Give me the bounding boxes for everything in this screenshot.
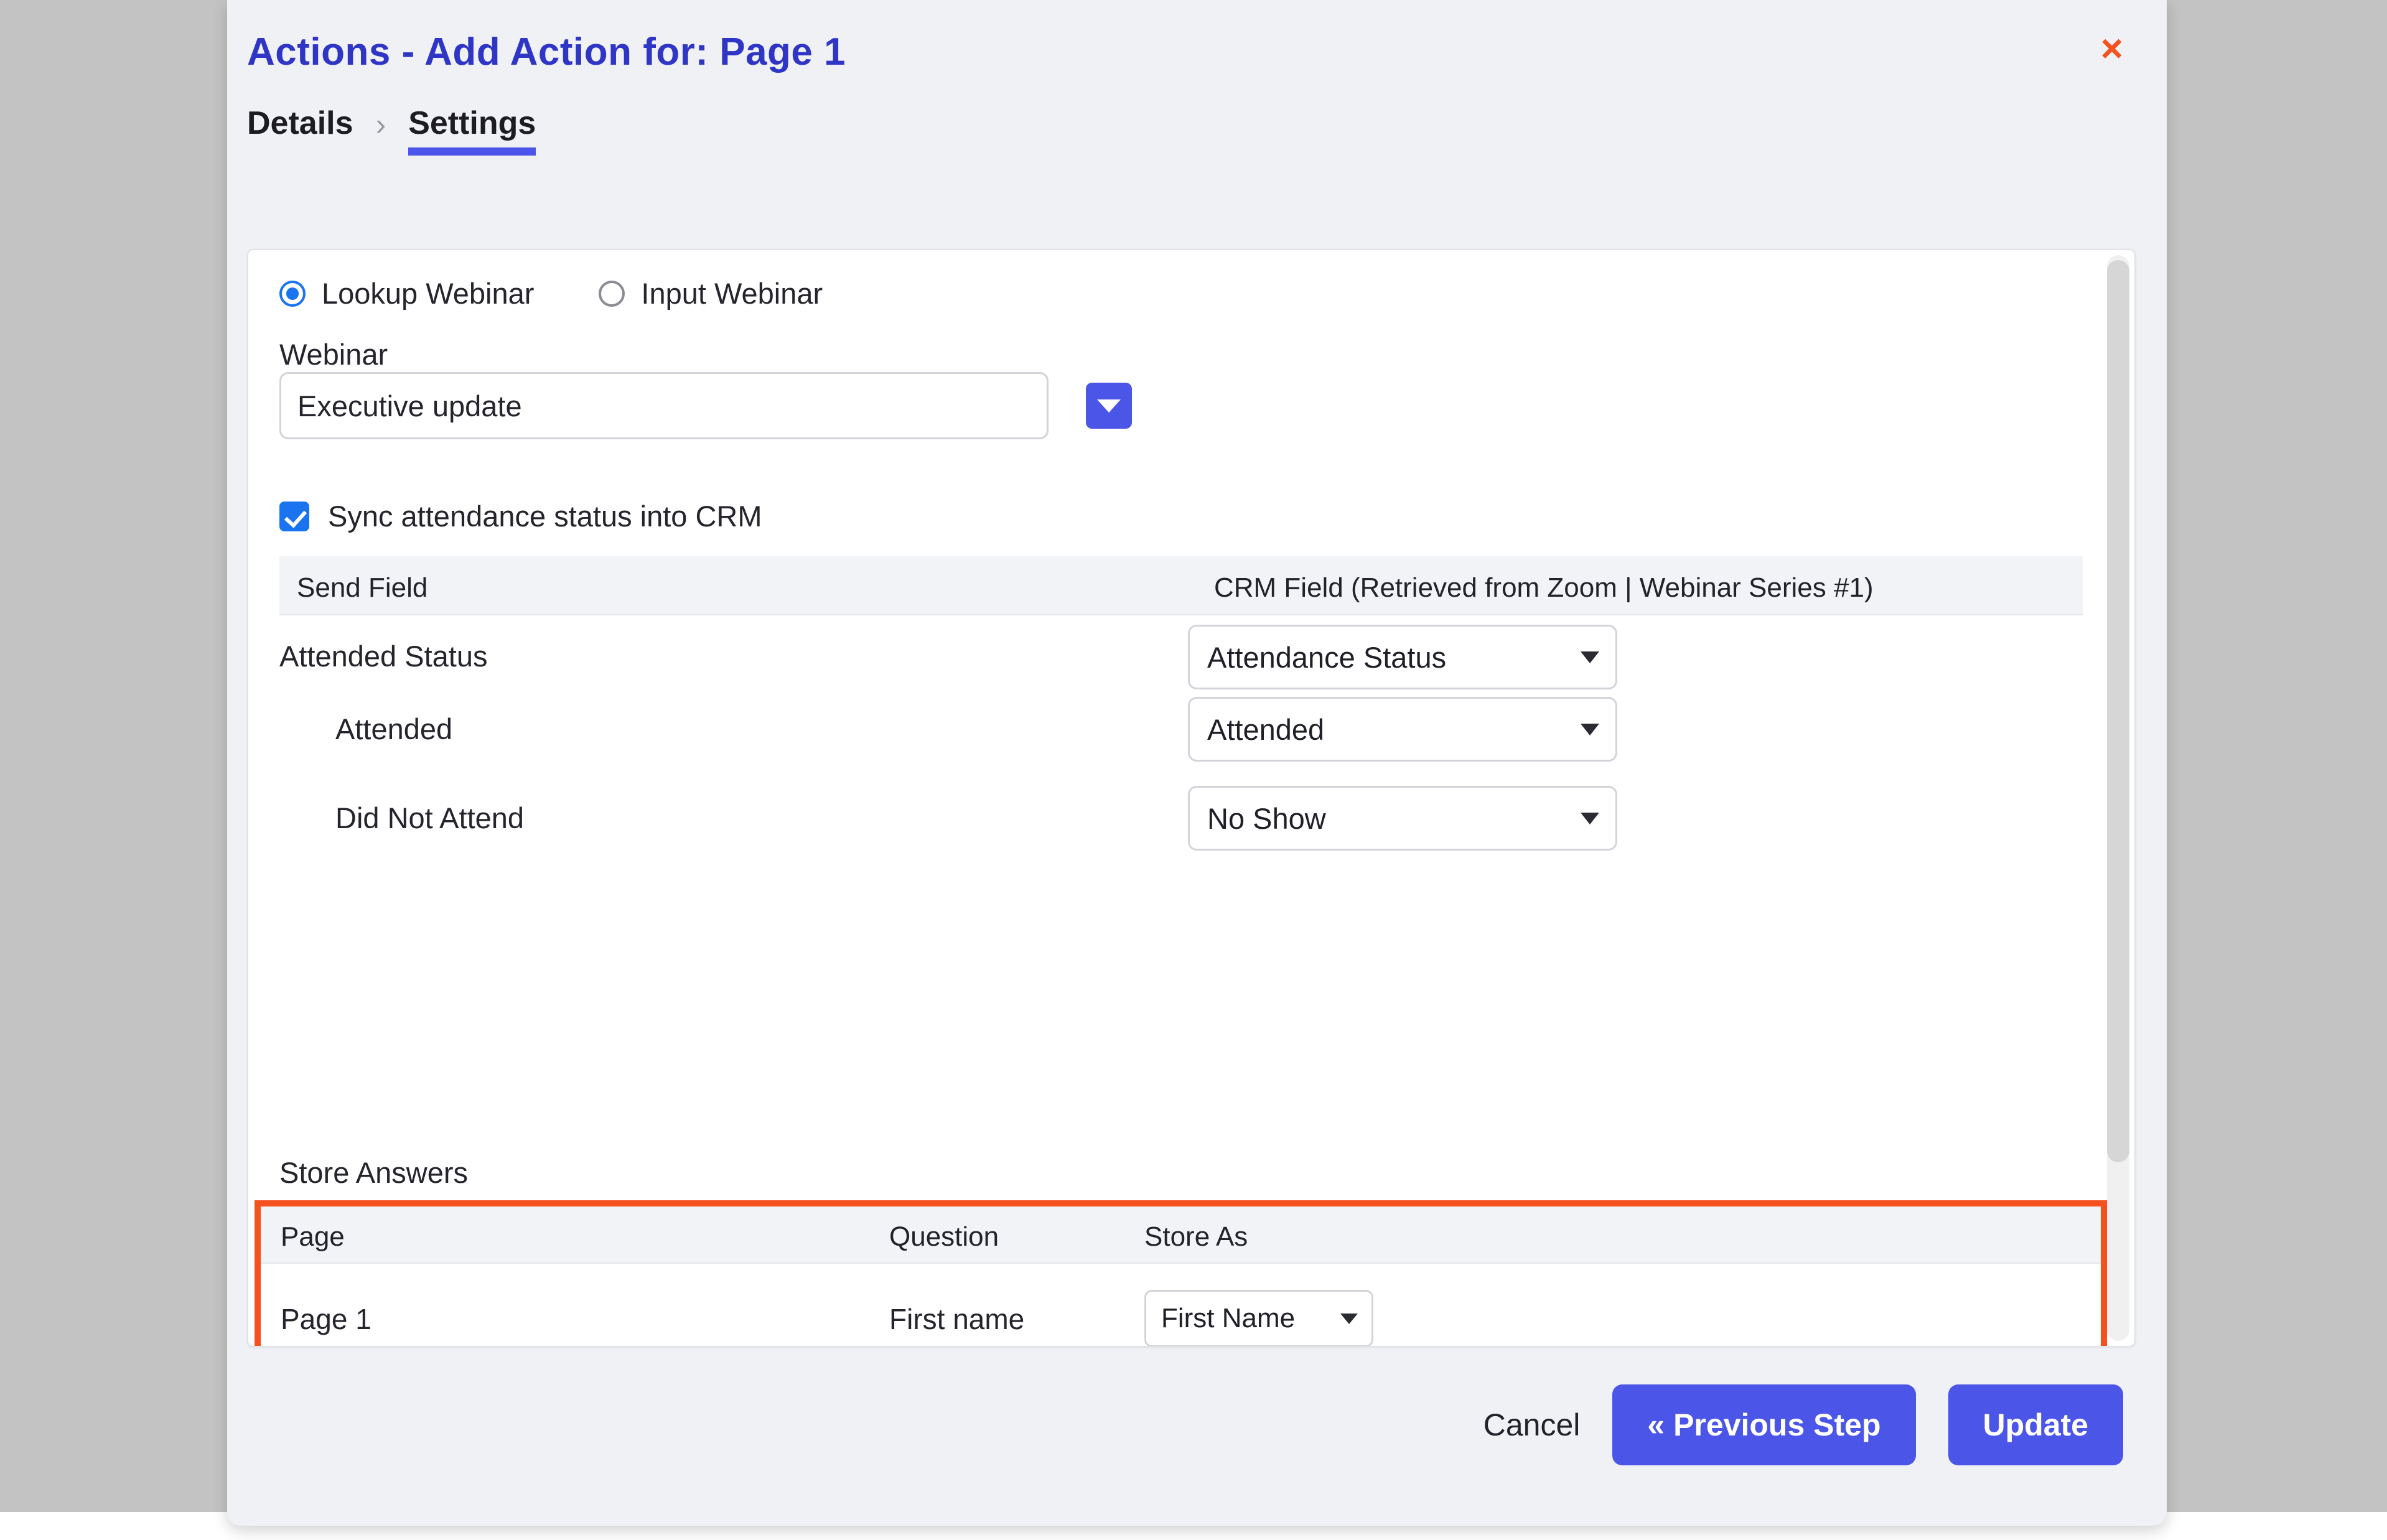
chevron-down-icon [1340, 1313, 1358, 1324]
panel-scrollbar-thumb[interactable] [2107, 260, 2129, 1162]
store-header-page: Page [281, 1221, 345, 1252]
store-row-page: Page 1 [281, 1303, 371, 1335]
crm-row-label-attended: Attended [335, 712, 453, 745]
settings-panel-content: Lookup Webinar Input Webinar Webinar Exe… [248, 250, 2115, 1346]
crm-row-label-did-not-attend: Did Not Attend [335, 801, 525, 834]
radio-lookup-webinar-indicator [279, 280, 306, 307]
chevron-right-icon: › [375, 107, 386, 142]
panel-scrollbar[interactable] [2107, 255, 2129, 1341]
webinar-dropdown-button[interactable] [1086, 383, 1132, 429]
wizard-step-details[interactable]: Details [247, 105, 353, 156]
store-row-store-as-value: First Name [1161, 1303, 1296, 1333]
radio-input-webinar[interactable]: Input Webinar [599, 276, 823, 310]
store-row-question: First name [889, 1303, 1025, 1335]
add-action-modal: Actions - Add Action for: Page 1 × Detai… [227, 0, 2167, 1526]
store-answers-title: Store Answers [279, 1156, 469, 1189]
radio-lookup-webinar-label: Lookup Webinar [322, 277, 535, 310]
sync-attendance-checkbox-row[interactable]: Sync attendance status into CRM [279, 499, 762, 533]
webinar-label: Webinar [279, 338, 388, 371]
crm-row-label-attended-status: Attended Status [279, 640, 488, 673]
chevron-down-icon [1581, 723, 1599, 735]
chevron-down-icon [1581, 812, 1599, 824]
store-answers-table-header: Page Question Store As [261, 1206, 2101, 1264]
store-header-question: Question [889, 1221, 999, 1252]
radio-input-webinar-label: Input Webinar [641, 277, 823, 310]
sync-attendance-label: Sync attendance status into CRM [328, 500, 762, 533]
crm-select-attended-value: Attended [1207, 712, 1325, 746]
webinar-input[interactable]: Executive update [279, 372, 1049, 439]
crm-table-header: Send Field CRM Field (Retrieved from Zoo… [279, 556, 2083, 615]
settings-panel: Lookup Webinar Input Webinar Webinar Exe… [247, 249, 2136, 1347]
radio-input-webinar-indicator [599, 280, 625, 307]
crm-header-send-field: Send Field [297, 572, 428, 603]
cancel-button[interactable]: Cancel [1483, 1407, 1581, 1443]
wizard-step-settings[interactable]: Settings [408, 105, 536, 156]
modal-title: Actions - Add Action for: Page 1 [247, 30, 846, 73]
close-icon[interactable]: × [2101, 30, 2123, 68]
previous-step-button[interactable]: « Previous Step [1612, 1384, 1916, 1465]
store-answers-table-highlight: Page Question Store As Page 1 First name… [255, 1200, 2107, 1346]
sync-attendance-checkbox[interactable] [279, 501, 309, 531]
crm-header-crm-field: CRM Field (Retrieved from Zoom | Webinar… [1214, 572, 1874, 603]
chevron-down-icon [1581, 651, 1599, 663]
source-mode-group: Lookup Webinar Input Webinar [279, 276, 823, 310]
store-header-store-as: Store As [1144, 1221, 1248, 1252]
store-row-store-as-select[interactable]: First Name [1144, 1290, 1373, 1346]
crm-select-did-not-attend[interactable]: No Show [1188, 786, 1617, 851]
modal-footer: Cancel « Previous Step Update [227, 1369, 2167, 1481]
crm-select-attended-status-value: Attendance Status [1207, 640, 1447, 674]
table-row: Page 1 First name First Name [261, 1264, 2101, 1346]
update-button[interactable]: Update [1948, 1384, 2123, 1465]
radio-lookup-webinar[interactable]: Lookup Webinar [279, 276, 534, 310]
crm-select-did-not-attend-value: No Show [1207, 801, 1326, 835]
crm-select-attended-status[interactable]: Attendance Status [1188, 625, 1617, 689]
crm-select-attended[interactable]: Attended [1188, 697, 1617, 762]
wizard-breadcrumb: Details › Settings [247, 105, 536, 156]
